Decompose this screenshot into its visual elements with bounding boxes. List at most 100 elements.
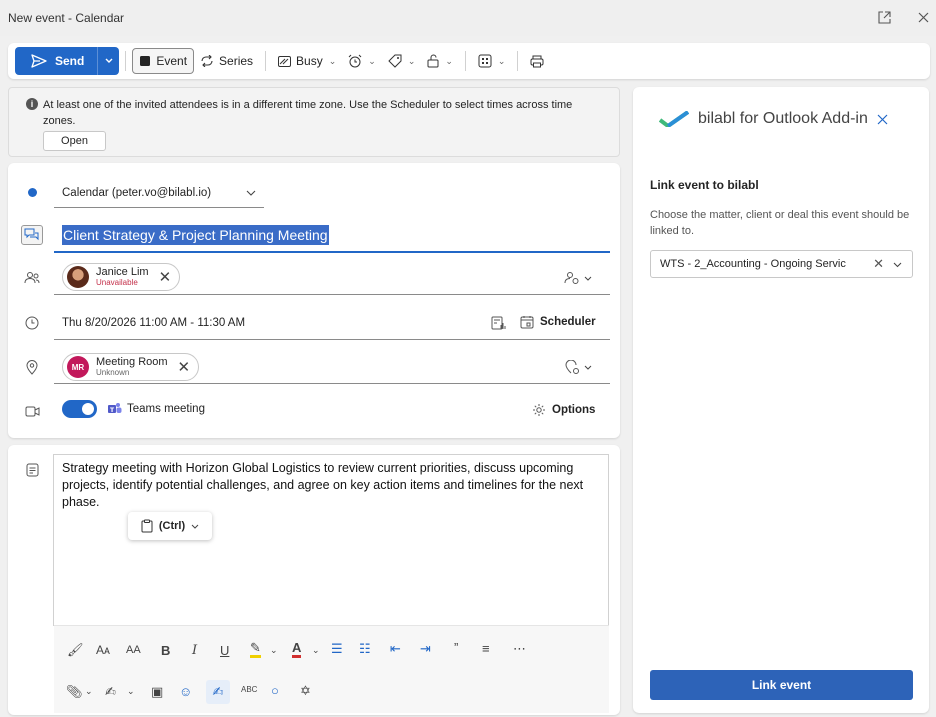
close-icon[interactable]: [914, 8, 932, 26]
teams-meeting-label-group: T Teams meeting: [108, 402, 205, 415]
attendee-chip[interactable]: Janice Lim Unavailable ✕: [62, 263, 181, 291]
quote-icon[interactable]: ”: [454, 640, 458, 655]
location-settings-icon: [565, 360, 579, 374]
clear-selection-icon[interactable]: ✕: [873, 256, 884, 272]
calendar-color-dot: [28, 188, 37, 197]
notes-icon: [24, 462, 40, 478]
bullets-icon[interactable]: ☰: [331, 641, 343, 657]
toolbar-divider: [517, 51, 519, 71]
decrease-indent-icon[interactable]: ⇤: [390, 641, 401, 657]
highlight-icon[interactable]: ✎: [250, 641, 261, 658]
editor-icon[interactable]: ✍︎: [206, 680, 230, 704]
info-icon: i: [26, 98, 38, 110]
event-body-text[interactable]: Strategy meeting with Horizon Global Log…: [62, 460, 604, 511]
formatting-toolbar: [54, 625, 609, 713]
matter-select[interactable]: WTS - 2_Accounting - Ongoing Servic ✕: [650, 250, 913, 278]
attendees-underline: [54, 294, 610, 295]
scheduler-button[interactable]: Scheduler: [520, 315, 596, 329]
chevron-down-icon[interactable]: ⌄: [85, 686, 93, 697]
toolbar-divider: [464, 51, 466, 71]
more-options-icon[interactable]: ⋯: [513, 641, 526, 657]
chevron-down-icon[interactable]: ⌄: [127, 686, 135, 697]
show-as-dropdown[interactable]: Busy ⌄: [272, 48, 342, 74]
pop-out-icon[interactable]: [875, 8, 893, 26]
options-label: Options: [552, 404, 596, 416]
title-bar: New event - Calendar: [0, 0, 936, 36]
underline-icon[interactable]: U: [220, 643, 229, 658]
open-scheduler-button[interactable]: Open: [43, 131, 106, 151]
location-name: Meeting Room: [96, 356, 168, 368]
attendee-options-button[interactable]: [564, 271, 592, 285]
send-label: Send: [55, 54, 85, 68]
addin-description: Choose the matter, client or deal this e…: [650, 209, 910, 237]
insert-picture-icon[interactable]: ▣: [151, 684, 163, 700]
attach-file-icon[interactable]: 📎︎: [66, 684, 83, 700]
video-camera-icon: [24, 403, 40, 419]
align-icon[interactable]: ≡: [482, 641, 490, 656]
comment-icon[interactable]: ○: [271, 683, 279, 698]
categorize-dropdown[interactable]: ⌄: [382, 48, 422, 74]
bold-icon[interactable]: B: [161, 643, 170, 658]
timezone-message: At least one of the invited attendees is…: [43, 99, 573, 127]
window-title: New event - Calendar: [8, 11, 125, 25]
event-title-text: Client Strategy & Project Planning Meeti…: [62, 225, 329, 245]
teams-options-button[interactable]: Options: [532, 403, 595, 417]
toolbar-divider: [125, 51, 127, 71]
emoji-icon[interactable]: ☺: [179, 684, 192, 699]
calendar-event-icon: [140, 56, 151, 66]
chevron-down-icon: ⌄: [328, 55, 337, 66]
busy-status-icon: [278, 55, 292, 67]
printer-icon: [530, 55, 544, 67]
italic-icon[interactable]: I: [192, 643, 197, 658]
link-event-button[interactable]: Link event: [650, 670, 913, 700]
font-size-increase-icon[interactable]: Aᴀ: [96, 643, 110, 657]
matter-selected-value: WTS - 2_Accounting - Ongoing Servic: [660, 258, 846, 270]
attendee-info: Janice Lim Unavailable: [96, 266, 149, 288]
alarm-clock-icon: [348, 54, 362, 68]
location-chip[interactable]: MR Meeting Room Unknown ✕: [62, 353, 200, 381]
scheduler-label: Scheduler: [540, 316, 596, 328]
room-finder-icon[interactable]: [490, 315, 506, 331]
repeat-icon: [201, 55, 213, 67]
scheduler-icon: [520, 316, 534, 329]
font-size-decrease-icon[interactable]: AA: [126, 644, 141, 656]
print-button[interactable]: [524, 48, 550, 74]
chevron-down-icon[interactable]: [893, 262, 902, 268]
chevron-down-icon[interactable]: ⌄: [312, 645, 320, 656]
chevron-down-icon: [105, 58, 113, 63]
send-button[interactable]: Send: [15, 47, 98, 75]
numbering-icon[interactable]: ☷: [359, 641, 371, 657]
remove-attendee-icon[interactable]: ✕: [159, 268, 172, 286]
spelling-icon[interactable]: ABC: [241, 685, 257, 694]
title-chat-icon: [21, 225, 43, 245]
title-underline: [54, 251, 610, 253]
clock-icon: [24, 315, 40, 331]
chevron-down-icon: ⌄: [368, 55, 376, 66]
chevron-down-icon: [584, 276, 592, 281]
event-title-input[interactable]: Client Strategy & Project Planning Meeti…: [62, 225, 329, 245]
sensitivity-dropdown[interactable]: ⌄: [421, 48, 459, 74]
paste-options-button[interactable]: (Ctrl): [128, 512, 212, 540]
format-painter-icon[interactable]: 🖌︎: [67, 642, 84, 658]
close-icon[interactable]: [877, 114, 888, 125]
signature-icon[interactable]: ✍︎: [105, 684, 116, 700]
timezone-info-bar: i At least one of the invited attendees …: [8, 87, 620, 157]
chevron-down-icon[interactable]: ⌄: [270, 645, 278, 656]
addin-panel: bilabl for Outlook Add-in Link event to …: [633, 87, 929, 713]
calendar-selector[interactable]: Calendar (peter.vo@bilabl.io): [62, 179, 262, 207]
accessibility-icon[interactable]: ✡: [300, 683, 311, 699]
remove-location-icon[interactable]: ✕: [178, 358, 191, 376]
location-options-button[interactable]: [565, 360, 592, 375]
reminder-dropdown[interactable]: ⌄: [342, 48, 382, 74]
event-datetime[interactable]: Thu 8/20/2026 11:00 AM - 11:30 AM: [62, 317, 245, 329]
apps-dropdown[interactable]: ⌄: [472, 48, 512, 74]
teams-meeting-toggle[interactable]: [62, 400, 97, 418]
increase-indent-icon[interactable]: ⇥: [420, 641, 431, 657]
font-color-icon[interactable]: A: [292, 641, 302, 658]
event-type-button[interactable]: Event: [132, 48, 195, 74]
event-details-card: Calendar (peter.vo@bilabl.io) Client Str…: [8, 163, 620, 438]
send-options-dropdown[interactable]: [97, 47, 120, 75]
location-underline: [54, 383, 610, 384]
series-button[interactable]: Series: [194, 48, 259, 74]
unlock-icon: [427, 54, 439, 68]
